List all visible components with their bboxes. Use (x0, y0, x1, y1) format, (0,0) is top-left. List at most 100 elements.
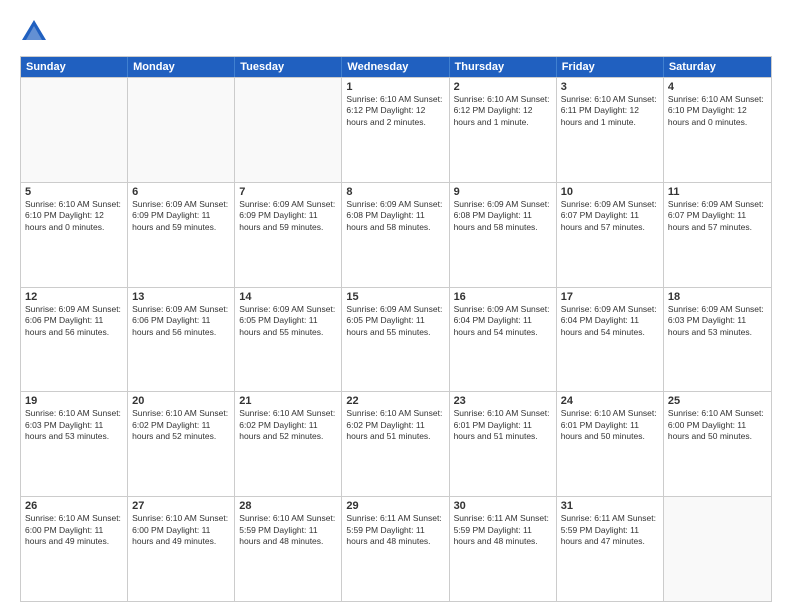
day-cell-6: 6Sunrise: 6:09 AM Sunset: 6:09 PM Daylig… (128, 183, 235, 287)
day-cell-7: 7Sunrise: 6:09 AM Sunset: 6:09 PM Daylig… (235, 183, 342, 287)
day-info: Sunrise: 6:10 AM Sunset: 6:03 PM Dayligh… (25, 408, 123, 442)
day-info: Sunrise: 6:09 AM Sunset: 6:04 PM Dayligh… (561, 304, 659, 338)
day-number: 6 (132, 186, 230, 198)
day-number: 31 (561, 500, 659, 512)
day-info: Sunrise: 6:10 AM Sunset: 6:00 PM Dayligh… (25, 513, 123, 547)
day-info: Sunrise: 6:10 AM Sunset: 6:01 PM Dayligh… (561, 408, 659, 442)
day-number: 1 (346, 81, 444, 93)
day-cell-2: 2Sunrise: 6:10 AM Sunset: 6:12 PM Daylig… (450, 78, 557, 182)
day-cell-27: 27Sunrise: 6:10 AM Sunset: 6:00 PM Dayli… (128, 497, 235, 601)
day-number: 15 (346, 291, 444, 303)
day-cell-16: 16Sunrise: 6:09 AM Sunset: 6:04 PM Dayli… (450, 288, 557, 392)
header-day-saturday: Saturday (664, 57, 771, 77)
day-number: 5 (25, 186, 123, 198)
day-info: Sunrise: 6:10 AM Sunset: 6:00 PM Dayligh… (132, 513, 230, 547)
empty-cell-0-1 (128, 78, 235, 182)
day-info: Sunrise: 6:10 AM Sunset: 6:02 PM Dayligh… (132, 408, 230, 442)
calendar-body: 1Sunrise: 6:10 AM Sunset: 6:12 PM Daylig… (21, 77, 771, 601)
day-info: Sunrise: 6:09 AM Sunset: 6:04 PM Dayligh… (454, 304, 552, 338)
day-number: 8 (346, 186, 444, 198)
day-number: 9 (454, 186, 552, 198)
page: SundayMondayTuesdayWednesdayThursdayFrid… (0, 0, 792, 612)
day-number: 11 (668, 186, 767, 198)
day-number: 22 (346, 395, 444, 407)
empty-cell-0-2 (235, 78, 342, 182)
day-info: Sunrise: 6:09 AM Sunset: 6:06 PM Dayligh… (25, 304, 123, 338)
day-cell-8: 8Sunrise: 6:09 AM Sunset: 6:08 PM Daylig… (342, 183, 449, 287)
day-cell-25: 25Sunrise: 6:10 AM Sunset: 6:00 PM Dayli… (664, 392, 771, 496)
logo (20, 18, 52, 46)
day-cell-28: 28Sunrise: 6:10 AM Sunset: 5:59 PM Dayli… (235, 497, 342, 601)
day-number: 30 (454, 500, 552, 512)
day-info: Sunrise: 6:09 AM Sunset: 6:08 PM Dayligh… (454, 199, 552, 233)
day-info: Sunrise: 6:10 AM Sunset: 5:59 PM Dayligh… (239, 513, 337, 547)
calendar-row-3: 19Sunrise: 6:10 AM Sunset: 6:03 PM Dayli… (21, 391, 771, 496)
day-info: Sunrise: 6:09 AM Sunset: 6:07 PM Dayligh… (668, 199, 767, 233)
day-number: 19 (25, 395, 123, 407)
day-info: Sunrise: 6:10 AM Sunset: 6:11 PM Dayligh… (561, 94, 659, 128)
day-info: Sunrise: 6:09 AM Sunset: 6:07 PM Dayligh… (561, 199, 659, 233)
day-number: 20 (132, 395, 230, 407)
day-cell-13: 13Sunrise: 6:09 AM Sunset: 6:06 PM Dayli… (128, 288, 235, 392)
day-info: Sunrise: 6:09 AM Sunset: 6:05 PM Dayligh… (239, 304, 337, 338)
day-number: 3 (561, 81, 659, 93)
day-number: 16 (454, 291, 552, 303)
day-cell-11: 11Sunrise: 6:09 AM Sunset: 6:07 PM Dayli… (664, 183, 771, 287)
day-number: 2 (454, 81, 552, 93)
day-number: 17 (561, 291, 659, 303)
day-cell-30: 30Sunrise: 6:11 AM Sunset: 5:59 PM Dayli… (450, 497, 557, 601)
day-number: 23 (454, 395, 552, 407)
day-info: Sunrise: 6:09 AM Sunset: 6:09 PM Dayligh… (132, 199, 230, 233)
calendar-row-0: 1Sunrise: 6:10 AM Sunset: 6:12 PM Daylig… (21, 77, 771, 182)
header-day-tuesday: Tuesday (235, 57, 342, 77)
day-info: Sunrise: 6:09 AM Sunset: 6:09 PM Dayligh… (239, 199, 337, 233)
day-info: Sunrise: 6:09 AM Sunset: 6:08 PM Dayligh… (346, 199, 444, 233)
day-number: 27 (132, 500, 230, 512)
header-day-friday: Friday (557, 57, 664, 77)
day-number: 28 (239, 500, 337, 512)
day-info: Sunrise: 6:10 AM Sunset: 6:02 PM Dayligh… (239, 408, 337, 442)
day-cell-12: 12Sunrise: 6:09 AM Sunset: 6:06 PM Dayli… (21, 288, 128, 392)
day-cell-9: 9Sunrise: 6:09 AM Sunset: 6:08 PM Daylig… (450, 183, 557, 287)
calendar-row-1: 5Sunrise: 6:10 AM Sunset: 6:10 PM Daylig… (21, 182, 771, 287)
calendar-row-4: 26Sunrise: 6:10 AM Sunset: 6:00 PM Dayli… (21, 496, 771, 601)
day-cell-10: 10Sunrise: 6:09 AM Sunset: 6:07 PM Dayli… (557, 183, 664, 287)
day-cell-14: 14Sunrise: 6:09 AM Sunset: 6:05 PM Dayli… (235, 288, 342, 392)
day-number: 26 (25, 500, 123, 512)
day-cell-5: 5Sunrise: 6:10 AM Sunset: 6:10 PM Daylig… (21, 183, 128, 287)
day-cell-24: 24Sunrise: 6:10 AM Sunset: 6:01 PM Dayli… (557, 392, 664, 496)
header-day-monday: Monday (128, 57, 235, 77)
day-cell-29: 29Sunrise: 6:11 AM Sunset: 5:59 PM Dayli… (342, 497, 449, 601)
empty-cell-4-6 (664, 497, 771, 601)
header-day-sunday: Sunday (21, 57, 128, 77)
day-info: Sunrise: 6:10 AM Sunset: 6:00 PM Dayligh… (668, 408, 767, 442)
day-number: 13 (132, 291, 230, 303)
day-info: Sunrise: 6:10 AM Sunset: 6:10 PM Dayligh… (25, 199, 123, 233)
day-info: Sunrise: 6:11 AM Sunset: 5:59 PM Dayligh… (454, 513, 552, 547)
day-cell-3: 3Sunrise: 6:10 AM Sunset: 6:11 PM Daylig… (557, 78, 664, 182)
calendar-row-2: 12Sunrise: 6:09 AM Sunset: 6:06 PM Dayli… (21, 287, 771, 392)
logo-icon (20, 18, 48, 46)
day-info: Sunrise: 6:11 AM Sunset: 5:59 PM Dayligh… (346, 513, 444, 547)
day-cell-18: 18Sunrise: 6:09 AM Sunset: 6:03 PM Dayli… (664, 288, 771, 392)
day-info: Sunrise: 6:10 AM Sunset: 6:12 PM Dayligh… (454, 94, 552, 128)
day-number: 4 (668, 81, 767, 93)
day-info: Sunrise: 6:09 AM Sunset: 6:05 PM Dayligh… (346, 304, 444, 338)
day-number: 29 (346, 500, 444, 512)
day-cell-20: 20Sunrise: 6:10 AM Sunset: 6:02 PM Dayli… (128, 392, 235, 496)
day-cell-19: 19Sunrise: 6:10 AM Sunset: 6:03 PM Dayli… (21, 392, 128, 496)
day-info: Sunrise: 6:10 AM Sunset: 6:12 PM Dayligh… (346, 94, 444, 128)
calendar-header: SundayMondayTuesdayWednesdayThursdayFrid… (21, 57, 771, 77)
day-info: Sunrise: 6:10 AM Sunset: 6:02 PM Dayligh… (346, 408, 444, 442)
day-cell-1: 1Sunrise: 6:10 AM Sunset: 6:12 PM Daylig… (342, 78, 449, 182)
header-day-wednesday: Wednesday (342, 57, 449, 77)
day-number: 21 (239, 395, 337, 407)
day-info: Sunrise: 6:09 AM Sunset: 6:03 PM Dayligh… (668, 304, 767, 338)
day-number: 25 (668, 395, 767, 407)
day-cell-4: 4Sunrise: 6:10 AM Sunset: 6:10 PM Daylig… (664, 78, 771, 182)
header-day-thursday: Thursday (450, 57, 557, 77)
calendar: SundayMondayTuesdayWednesdayThursdayFrid… (20, 56, 772, 602)
day-info: Sunrise: 6:10 AM Sunset: 6:01 PM Dayligh… (454, 408, 552, 442)
empty-cell-0-0 (21, 78, 128, 182)
day-number: 10 (561, 186, 659, 198)
